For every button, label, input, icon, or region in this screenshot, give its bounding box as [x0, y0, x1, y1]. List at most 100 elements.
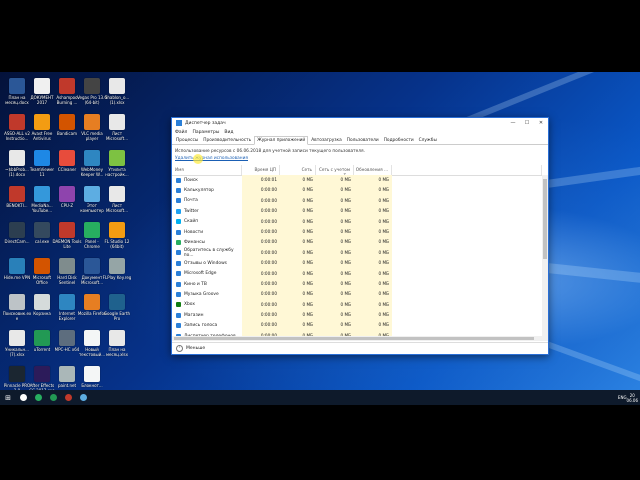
task-manager-icon[interactable]	[80, 394, 87, 401]
app-icon	[176, 208, 181, 214]
table-row[interactable]: Xbox 0:00:00 0 МБ 0 МБ 0 МБ	[172, 299, 542, 311]
firefox-icon	[84, 294, 100, 310]
tab-startup[interactable]: Автозагрузка	[309, 137, 344, 144]
system-tray: ENG 20 06.06	[615, 390, 638, 405]
footer: ˄ Меньше	[172, 342, 548, 354]
metered-network-cell: 0 МБ	[316, 226, 354, 238]
table-row[interactable]: Калькулятор 0:00:00 0 МБ 0 МБ 0 МБ	[172, 185, 542, 196]
document-icon	[9, 186, 25, 202]
desktop-icon[interactable]: Лист Microsoft...	[102, 114, 132, 141]
desktop-icon[interactable]: Лист Microsoft...	[102, 186, 132, 213]
fewer-details-button[interactable]: ˄ Меньше	[176, 345, 205, 352]
desktop-icon-label: Утилита настройк...	[105, 167, 129, 177]
app-name: Кино и ТВ	[184, 281, 207, 287]
table-row[interactable]: Почта 0:00:00 0 МБ 0 МБ 0 МБ	[172, 195, 542, 207]
delete-history-link[interactable]: Удалить журнал использования	[175, 156, 548, 161]
clock-date: 06.06	[626, 397, 638, 403]
desktop-icon[interactable]: Блокнот...	[77, 366, 107, 388]
desktop-icon-label: Лист Microsoft...	[105, 203, 129, 213]
column-header-blank	[392, 165, 542, 175]
minimize-button[interactable]: —	[506, 118, 520, 128]
search-icon[interactable]	[20, 394, 27, 401]
network-cell: 0 МБ	[280, 237, 316, 248]
menu-view[interactable]: Вид	[224, 130, 233, 135]
app-name-cell: Отзывы о Windows	[172, 260, 242, 266]
column-header-name[interactable]: Имя	[172, 165, 242, 175]
close-button[interactable]: ✕	[534, 118, 548, 128]
table-row[interactable]: Кино и ТВ 0:00:00 0 МБ 0 МБ 0 МБ	[172, 278, 542, 290]
chrome-icon[interactable]	[35, 394, 42, 401]
app-icon	[176, 250, 181, 256]
title-bar[interactable]: Диспетчер задач — ☐ ✕	[172, 118, 548, 128]
ccleaner-icon	[59, 150, 75, 166]
desktop-icon[interactable]: FLPlay Key.reg	[102, 258, 132, 280]
tab-app-history[interactable]: Журнал приложений	[254, 136, 309, 145]
column-header-network[interactable]: Сеть	[280, 165, 316, 175]
tab-users[interactable]: Пользователи	[345, 137, 381, 144]
excel-icon	[109, 78, 125, 94]
table-row[interactable]: Запись голоса 0:00:00 0 МБ 0 МБ 0 МБ	[172, 320, 542, 331]
table-row[interactable]: Обратитесь в службу по... 0:00:00 0 МБ 0 МБ…	[172, 247, 542, 259]
vertical-scrollbar[interactable]	[542, 175, 548, 341]
desktop-icon-label: План на месяц.xlsx	[105, 347, 128, 357]
metered-network-cell: 0 МБ	[316, 278, 354, 290]
desktop-icon-label: Shablon_o... (1).xlsx	[104, 95, 130, 105]
bandicam-icon[interactable]	[65, 394, 72, 401]
hdd-sentinel-icon	[59, 258, 75, 274]
metered-network-cell: 0 МБ	[316, 175, 354, 186]
app-name-cell: Музыка Groove	[172, 291, 242, 297]
table-row[interactable]: Twitter 0:00:00 0 МБ 0 МБ 0 МБ	[172, 206, 542, 217]
clock[interactable]: 20 06.06	[627, 393, 638, 403]
app-name-cell: Почта	[172, 198, 242, 204]
tab-performance[interactable]: Производительность	[201, 137, 253, 144]
desktop-icon[interactable]: Google Earth Pro	[102, 294, 132, 321]
tab-processes[interactable]: Процессы	[174, 137, 200, 144]
tile-updates-cell: 0 МБ	[354, 195, 392, 207]
horizontal-scrollbar[interactable]	[172, 336, 542, 341]
app-name: Отзывы о Windows	[184, 260, 227, 266]
table-row[interactable]: Магазин 0:00:00 0 МБ 0 МБ 0 МБ	[172, 310, 542, 321]
app-history-table: Поиск 0:00:01 0 МБ 0 МБ 0 МБ Калькулятор 0:00:…	[172, 175, 542, 341]
network-cell: 0 МБ	[280, 216, 316, 227]
scrollbar-thumb[interactable]	[543, 179, 547, 259]
tab-details[interactable]: Подробности	[382, 137, 416, 144]
bandicam-icon	[59, 114, 75, 130]
table-row[interactable]: Музыка Groove 0:00:00 0 МБ 0 МБ 0 МБ	[172, 289, 542, 300]
menu-options[interactable]: Параметры	[192, 130, 219, 135]
desktop-icon[interactable]: Утилита настройк...	[102, 150, 132, 177]
menu-file[interactable]: Файл	[175, 130, 187, 135]
avast-icon	[34, 114, 50, 130]
desktop-icon[interactable]: План на месяц.xlsx	[102, 330, 132, 357]
tab-services[interactable]: Службы	[417, 137, 439, 144]
app-name-cell: Калькулятор	[172, 188, 242, 194]
vpn-icon	[9, 258, 25, 274]
this-pc-icon	[84, 186, 100, 202]
table-row[interactable]: Отзывы о Windows 0:00:00 0 МБ 0 МБ 0 МБ	[172, 258, 542, 269]
desktop-icon[interactable]: Shablon_o... (1).xlsx	[102, 78, 132, 105]
maximize-button[interactable]: ☐	[520, 118, 534, 128]
table-row[interactable]: Microsoft Edge 0:00:00 0 МБ 0 МБ 0 МБ	[172, 268, 542, 279]
ashampoo-icon	[59, 78, 75, 94]
scrollbar-thumb[interactable]	[174, 337, 534, 340]
desktop-icon[interactable]: FL Studio 12 (64bit)	[102, 222, 132, 249]
pinnacle-icon	[9, 366, 25, 382]
start-button[interactable]: ⊞	[0, 390, 16, 405]
tile-updates-cell: 0 МБ	[354, 289, 392, 300]
table-row[interactable]: Новости 0:00:00 0 МБ 0 МБ 0 МБ	[172, 226, 542, 238]
language-indicator[interactable]: ENG	[618, 395, 627, 400]
cpuz-icon	[59, 186, 75, 202]
table-row[interactable]: Скайп 0:00:00 0 МБ 0 МБ 0 МБ	[172, 216, 542, 227]
task-manager-icon	[176, 120, 182, 126]
vlc-icon	[84, 114, 100, 130]
desktop-icon-label: FL Studio 12 (64bit)	[104, 239, 130, 249]
column-header-tile-updates[interactable]: Обновления ...	[354, 165, 392, 175]
ie-icon	[59, 294, 75, 310]
tile-updates-cell: 0 МБ	[354, 310, 392, 321]
table-row[interactable]: Поиск 0:00:01 0 МБ 0 МБ 0 МБ	[172, 175, 542, 186]
column-header-metered-network[interactable]: Сеть с учетом т...	[316, 165, 354, 177]
utorrent-icon[interactable]	[50, 394, 57, 401]
document-icon	[34, 78, 50, 94]
column-header-cpu-time[interactable]: Время ЦП	[242, 165, 280, 175]
table-row[interactable]: Финансы 0:00:00 0 МБ 0 МБ 0 МБ	[172, 237, 542, 248]
tile-updates-cell: 0 МБ	[354, 320, 392, 331]
